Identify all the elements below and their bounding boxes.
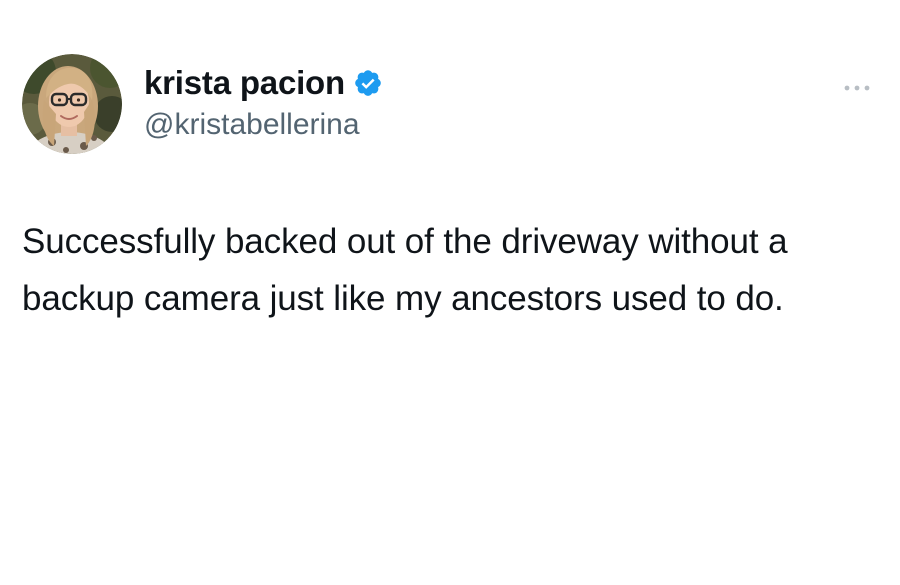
name-row: krista pacion <box>144 62 383 104</box>
tweet-card: krista pacion @kristabellerina Successfu… <box>0 0 900 585</box>
tweet-text: Successfully backed out of the driveway … <box>22 222 788 318</box>
verified-badge-icon <box>353 68 383 98</box>
display-name[interactable]: krista pacion <box>144 64 345 102</box>
user-handle[interactable]: @kristabellerina <box>144 108 383 142</box>
author-avatar[interactable] <box>22 54 122 154</box>
more-options-icon[interactable] <box>838 80 878 96</box>
author-info: krista pacion @kristabellerina <box>144 62 383 142</box>
profile-photo <box>22 54 122 154</box>
